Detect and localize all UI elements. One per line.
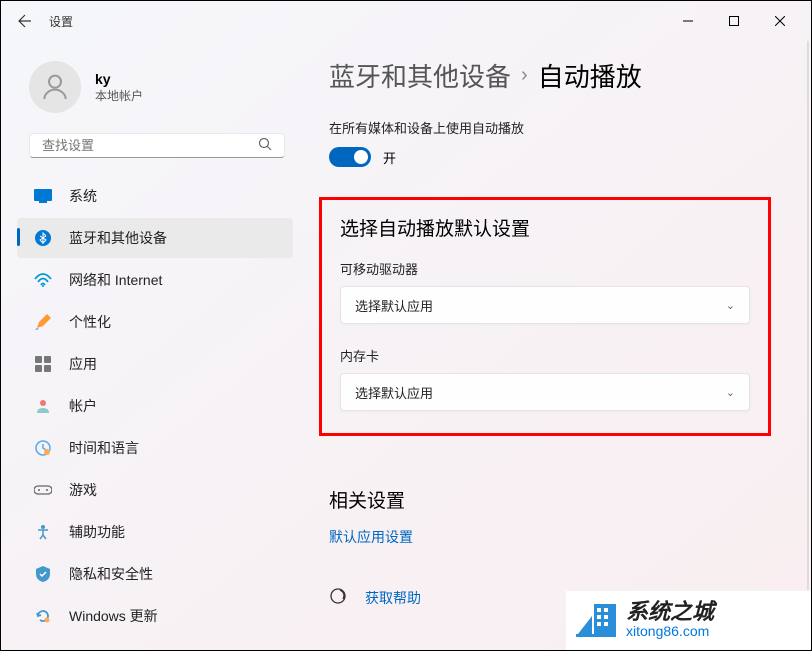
breadcrumb-current: 自动播放 — [538, 57, 642, 94]
titlebar: 设置 — [1, 1, 811, 41]
memory-card-label: 内存卡 — [340, 346, 750, 365]
watermark: 系统之城 xitong86.com — [566, 590, 811, 650]
app-title: 设置 — [49, 13, 73, 30]
sidebar: ky 本地帐户 系统 蓝牙和其他设备 — [1, 41, 301, 650]
user-account-type: 本地帐户 — [95, 87, 143, 104]
maximize-icon — [729, 16, 739, 26]
sidebar-item-personalization[interactable]: 个性化 — [17, 302, 293, 342]
autoplay-toggle[interactable] — [329, 147, 371, 167]
default-apps-link[interactable]: 默认应用设置 — [329, 527, 413, 547]
network-icon — [33, 270, 53, 290]
sidebar-item-accounts[interactable]: 帐户 — [17, 386, 293, 426]
related-settings-title: 相关设置 — [329, 486, 771, 513]
sidebar-item-label: 时间和语言 — [69, 438, 139, 458]
autoplay-toggle-row: 开 — [329, 147, 771, 167]
sidebar-item-network[interactable]: 网络和 Internet — [17, 260, 293, 300]
watermark-text-cn: 系统之城 — [626, 601, 714, 623]
sidebar-item-label: 隐私和安全性 — [69, 564, 153, 584]
breadcrumb-parent[interactable]: 蓝牙和其他设备 — [329, 57, 511, 94]
defaults-section-title: 选择自动播放默认设置 — [340, 214, 750, 241]
defaults-highlight-box: 选择自动播放默认设置 可移动驱动器 选择默认应用 ⌄ 内存卡 选择默认应用 ⌄ — [319, 197, 771, 436]
sidebar-item-windows-update[interactable]: Windows 更新 — [17, 596, 293, 636]
sidebar-item-label: 帐户 — [69, 396, 97, 416]
sidebar-item-privacy[interactable]: 隐私和安全性 — [17, 554, 293, 594]
apps-icon — [33, 354, 53, 374]
chevron-down-icon: ⌄ — [726, 299, 735, 312]
sidebar-item-label: 应用 — [69, 354, 97, 374]
scroll-edge — [807, 41, 810, 649]
nav-list: 系统 蓝牙和其他设备 网络和 Internet 个性化 应用 — [13, 174, 301, 638]
sidebar-item-gaming[interactable]: 游戏 — [17, 470, 293, 510]
person-icon — [39, 71, 71, 103]
minimize-button[interactable] — [665, 5, 711, 37]
get-help-link: 获取帮助 — [365, 588, 421, 608]
sidebar-item-system[interactable]: 系统 — [17, 176, 293, 216]
system-icon — [33, 186, 53, 206]
privacy-icon — [33, 564, 53, 584]
autoplay-toggle-state: 开 — [383, 148, 396, 167]
memory-card-value: 选择默认应用 — [355, 383, 433, 402]
back-arrow-icon — [18, 14, 32, 28]
personalization-icon — [33, 312, 53, 332]
user-block[interactable]: ky 本地帐户 — [13, 53, 301, 121]
memory-card-select[interactable]: 选择默认应用 ⌄ — [340, 373, 750, 411]
autoplay-toggle-label: 在所有媒体和设备上使用自动播放 — [329, 118, 771, 137]
watermark-logo-icon — [574, 596, 618, 645]
user-name: ky — [95, 71, 143, 87]
gaming-icon — [33, 480, 53, 500]
sidebar-item-label: 辅助功能 — [69, 522, 125, 542]
main-content: 蓝牙和其他设备 › 自动播放 在所有媒体和设备上使用自动播放 开 选择自动播放默… — [301, 41, 811, 650]
maximize-button[interactable] — [711, 5, 757, 37]
chevron-down-icon: ⌄ — [726, 386, 735, 399]
watermark-url: xitong86.com — [626, 623, 714, 640]
window-controls — [665, 5, 803, 37]
sidebar-item-apps[interactable]: 应用 — [17, 344, 293, 384]
close-button[interactable] — [757, 5, 803, 37]
removable-drive-label: 可移动驱动器 — [340, 259, 750, 278]
search-box[interactable] — [29, 133, 285, 158]
accounts-icon — [33, 396, 53, 416]
sidebar-item-label: 蓝牙和其他设备 — [69, 228, 167, 248]
help-icon — [329, 587, 347, 608]
sidebar-item-accessibility[interactable]: 辅助功能 — [17, 512, 293, 552]
bluetooth-icon — [33, 228, 53, 248]
breadcrumb-separator: › — [521, 64, 528, 87]
sidebar-item-label: 游戏 — [69, 480, 97, 500]
back-button[interactable] — [9, 5, 41, 37]
sidebar-item-label: 系统 — [69, 186, 97, 206]
update-icon — [33, 606, 53, 626]
search-icon — [258, 137, 272, 154]
removable-drive-value: 选择默认应用 — [355, 296, 433, 315]
sidebar-item-label: 网络和 Internet — [69, 270, 162, 290]
breadcrumb: 蓝牙和其他设备 › 自动播放 — [329, 57, 771, 94]
accessibility-icon — [33, 522, 53, 542]
minimize-icon — [683, 16, 693, 26]
removable-drive-select[interactable]: 选择默认应用 ⌄ — [340, 286, 750, 324]
avatar — [29, 61, 81, 113]
sidebar-item-time-language[interactable]: 时间和语言 — [17, 428, 293, 468]
search-input[interactable] — [42, 138, 258, 153]
close-icon — [775, 16, 785, 26]
sidebar-item-label: Windows 更新 — [69, 606, 158, 626]
sidebar-item-label: 个性化 — [69, 312, 111, 332]
sidebar-item-bluetooth[interactable]: 蓝牙和其他设备 — [17, 218, 293, 258]
time-icon — [33, 438, 53, 458]
